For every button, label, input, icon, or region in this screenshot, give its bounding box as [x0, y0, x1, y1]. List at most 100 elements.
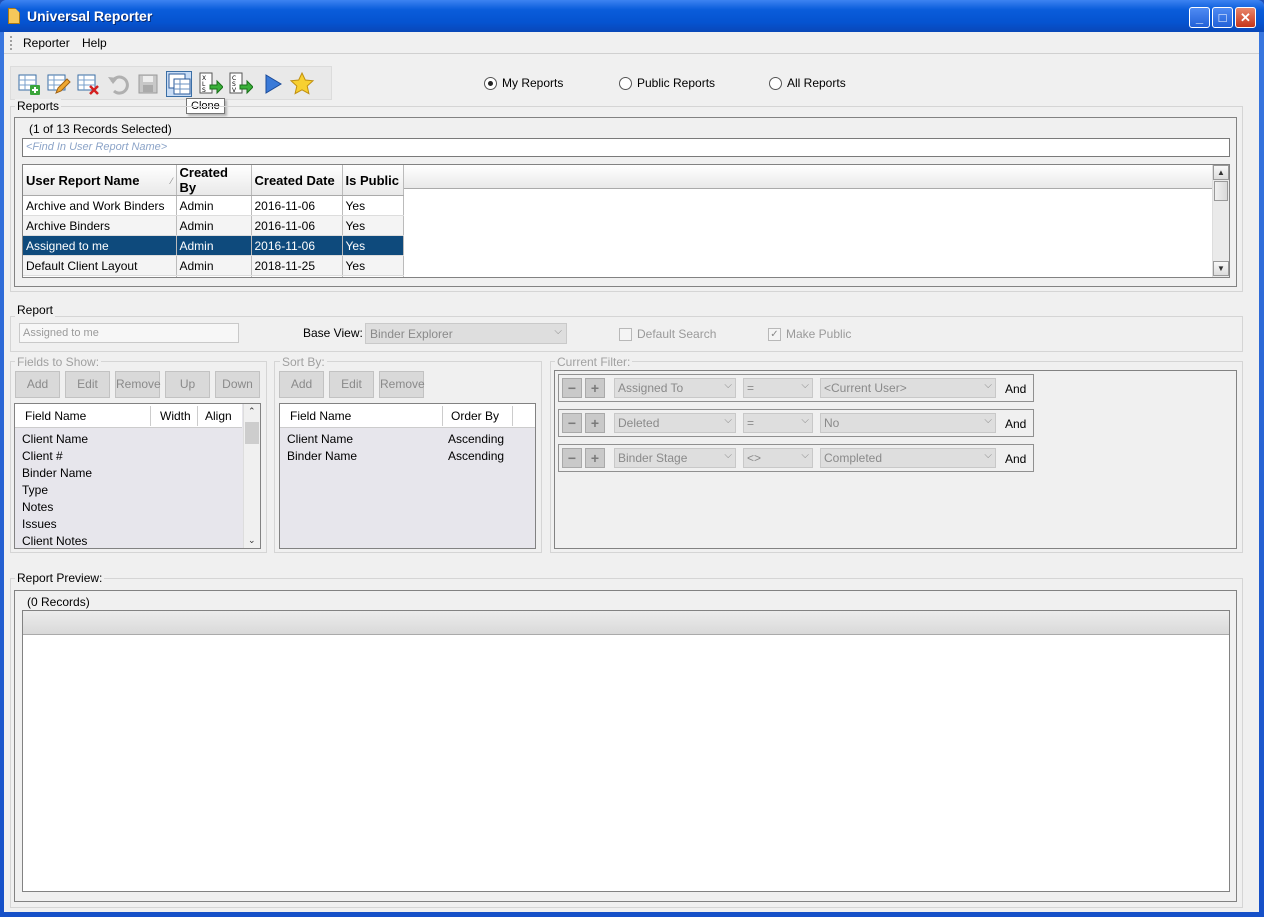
preview-group-label: Report Preview: — [15, 571, 105, 585]
table-row[interactable]: InhouseAdmin2016-11-06Yes — [23, 275, 404, 277]
col-created-by[interactable]: Created By — [176, 165, 252, 196]
col-is-public[interactable]: Is Public — [342, 165, 404, 196]
filter-field-select[interactable]: Assigned To ⌵ — [614, 378, 736, 398]
table-cell: Yes — [342, 255, 404, 276]
filter-operator-select[interactable]: = ⌵ — [743, 378, 813, 398]
run-button[interactable] — [259, 71, 285, 97]
fields-scrollbar[interactable]: ⌃ ⌄ — [243, 404, 260, 548]
table-cell: Admin — [176, 195, 252, 216]
checkbox-label: Make Public — [786, 327, 852, 341]
fields-edit-button[interactable]: Edit — [65, 371, 110, 398]
table-row[interactable]: Default Client Layout Admin 2018-11-25 Yes — [23, 255, 404, 276]
checkbox-label: Default Search — [637, 327, 717, 341]
col-field-name[interactable]: Field Name — [25, 409, 86, 423]
add-filter-icon[interactable]: + — [585, 413, 605, 433]
delete-report-button[interactable] — [75, 71, 101, 97]
undo-button[interactable] — [105, 71, 131, 97]
filter-field-select[interactable]: Binder Stage ⌵ — [614, 448, 736, 468]
preview-grid[interactable] — [22, 610, 1230, 892]
table-cell: Admin — [176, 255, 252, 276]
filter-operator-select[interactable]: <> ⌵ — [743, 448, 813, 468]
reports-group-label: Reports — [15, 99, 62, 113]
table-row[interactable]: Archive and Work Binders Admin 2016-11-06 Y… — [23, 195, 404, 216]
scroll-up-icon[interactable]: ▲ — [1213, 165, 1229, 180]
report-search-input[interactable]: <Find In User Report Name> — [22, 138, 1230, 157]
chevron-up-icon[interactable]: ⌃ — [248, 406, 256, 417]
filter-value-select[interactable]: No ⌵ — [820, 413, 996, 433]
clone-button[interactable] — [166, 71, 192, 97]
menu-help[interactable]: Help — [82, 36, 107, 50]
add-filter-icon[interactable]: + — [585, 448, 605, 468]
chevron-down-icon: ⌵ — [801, 380, 809, 391]
close-button[interactable]: ✕ — [1235, 7, 1256, 28]
remove-filter-icon[interactable]: − — [562, 378, 582, 398]
col-created-date[interactable]: Created Date — [251, 165, 343, 196]
col-field-name[interactable]: Field Name — [290, 409, 351, 423]
scroll-down-icon[interactable]: ▼ — [1213, 261, 1229, 276]
radio-my-reports[interactable]: My Reports — [484, 76, 563, 90]
fields-remove-button[interactable]: Remove — [115, 371, 161, 398]
scroll-thumb[interactable] — [1214, 181, 1228, 201]
table-row[interactable]: Assigned to me Admin 2016-11-06 Yes — [23, 235, 404, 256]
filter-value-select[interactable]: <Current User> ⌵ — [820, 378, 996, 398]
favorite-button[interactable] — [289, 71, 315, 97]
add-report-button[interactable] — [16, 71, 42, 97]
fields-group-label: Fields to Show: — [15, 355, 102, 369]
scroll-thumb[interactable] — [245, 422, 259, 444]
edit-report-button[interactable] — [45, 71, 71, 97]
table-cell: Inhouse — [23, 275, 177, 277]
col-order-by[interactable]: Order By — [451, 409, 499, 423]
list-item[interactable]: Binder Name — [287, 449, 357, 463]
filter-value-select[interactable]: Completed ⌵ — [820, 448, 996, 468]
sort-add-button[interactable]: Add — [279, 371, 324, 398]
fields-list[interactable]: Field Name Width Align Client Name Client… — [14, 403, 261, 549]
list-item[interactable]: Type — [22, 483, 48, 497]
reports-scrollbar[interactable]: ▲ ▼ — [1212, 165, 1229, 277]
filter-value: No — [824, 416, 840, 430]
export-xls-button[interactable]: XLS — [197, 71, 224, 97]
list-item[interactable]: Notes — [22, 500, 53, 514]
maximize-button[interactable]: □ — [1212, 7, 1233, 28]
filter-conjunction[interactable]: And — [1005, 452, 1026, 466]
save-button[interactable] — [135, 71, 161, 97]
list-item[interactable]: Client Name — [22, 432, 88, 446]
make-public-checkbox[interactable]: ✓ Make Public — [768, 327, 851, 341]
export-csv-button[interactable]: CSV — [227, 71, 254, 97]
table-row[interactable]: Archive Binders Admin 2016-11-06 Yes — [23, 215, 404, 236]
reports-grid[interactable]: User Report Name ⁄ Created By Created Dat… — [22, 164, 1230, 278]
remove-filter-icon[interactable]: − — [562, 413, 582, 433]
list-item[interactable]: Issues — [22, 517, 57, 531]
col-width[interactable]: Width — [160, 409, 191, 423]
sort-edit-button[interactable]: Edit — [329, 371, 374, 398]
fields-add-button[interactable]: Add — [15, 371, 60, 398]
fields-down-button[interactable]: Down — [215, 371, 260, 398]
radio-all-reports[interactable]: All Reports — [769, 76, 846, 90]
col-user-report-name[interactable]: User Report Name ⁄ — [23, 165, 177, 196]
base-view-select[interactable]: Binder Explorer ⌵ — [365, 323, 567, 344]
sort-group-label: Sort By: — [280, 355, 327, 369]
add-filter-icon[interactable]: + — [585, 378, 605, 398]
default-search-checkbox[interactable]: Default Search — [619, 327, 716, 341]
minimize-icon: _ — [1195, 10, 1204, 25]
list-item[interactable]: Client Notes — [22, 534, 87, 548]
col-align[interactable]: Align — [205, 409, 232, 423]
filter-conjunction[interactable]: And — [1005, 417, 1026, 431]
filter-row: − + Binder Stage ⌵ <> ⌵ Completed ⌵ And — [558, 444, 1034, 472]
sort-list[interactable]: Field Name Order By Client Name Ascending… — [279, 403, 536, 549]
menu-reporter[interactable]: Reporter — [23, 36, 70, 50]
filter-conjunction[interactable]: And — [1005, 382, 1026, 396]
chevron-down-icon[interactable]: ⌄ — [248, 535, 256, 546]
filter-row: − + Deleted ⌵ = ⌵ No ⌵ And — [558, 409, 1034, 437]
remove-filter-icon[interactable]: − — [562, 448, 582, 468]
radio-public-reports[interactable]: Public Reports — [619, 76, 715, 90]
report-name-field[interactable]: Assigned to me — [19, 323, 239, 343]
list-item[interactable]: Binder Name — [22, 466, 92, 480]
sort-remove-button[interactable]: Remove — [379, 371, 425, 398]
filter-operator-select[interactable]: = ⌵ — [743, 413, 813, 433]
list-item[interactable]: Client Name — [287, 432, 353, 446]
list-item[interactable]: Client # — [22, 449, 63, 463]
minimize-button[interactable]: _ — [1189, 7, 1210, 28]
title-bar[interactable]: Universal Reporter _ □ ✕ — [0, 0, 1264, 32]
filter-field-select[interactable]: Deleted ⌵ — [614, 413, 736, 433]
fields-up-button[interactable]: Up — [165, 371, 210, 398]
